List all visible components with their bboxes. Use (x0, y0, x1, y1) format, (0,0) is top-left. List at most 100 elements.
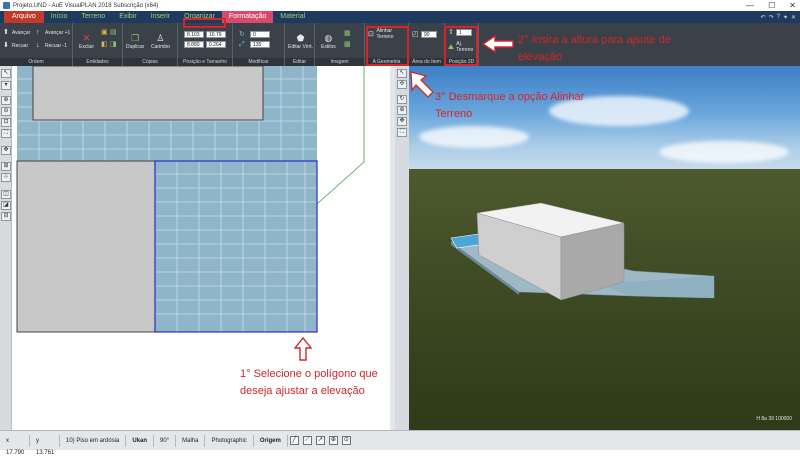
group-label-copias: Cópias (123, 58, 177, 66)
status-angle[interactable]: 90° (154, 434, 177, 447)
send-backward-button[interactable]: ⬇ Recuar (3, 42, 28, 49)
group-label-imagem: Imagem (315, 58, 364, 66)
layer-2-icon[interactable]: ◪ (1, 201, 11, 210)
stamp-icon: ♙ (156, 32, 165, 43)
group-icon: ▣ (101, 29, 108, 36)
menu-material[interactable]: Material (273, 11, 312, 23)
fit-3d-icon[interactable]: ⛶ (397, 128, 407, 137)
status-y: y 13.761 (30, 434, 60, 456)
walk-3d-icon[interactable]: ✣ (397, 80, 407, 89)
rotation-input[interactable]: 0 (250, 31, 270, 38)
stamp-button[interactable]: ♙ Carimbo (151, 32, 170, 51)
rotate-icon: ↻ (239, 31, 245, 38)
measure-icon[interactable]: ⊟ (1, 212, 11, 221)
snap-angle-icon[interactable]: ↗ (315, 436, 325, 445)
texture-icon: ▩ (344, 41, 351, 48)
draw-line-icon[interactable]: ╱ (289, 436, 299, 445)
position-x-input[interactable]: 8.103 (184, 31, 204, 38)
menu-bar: Arquivo Início Terreno Exibir Inserir Or… (0, 11, 800, 23)
selected-polygon[interactable] (155, 161, 317, 332)
position-y-input[interactable]: 8.880 (184, 41, 204, 48)
status-bar: x 17.790 y 13.761 10) Piso em ardósia Uk… (0, 430, 800, 456)
redo-icon[interactable]: ↷ (769, 14, 774, 21)
width-input[interactable]: 10.79 (206, 31, 226, 38)
duplicate-button[interactable]: ❐ Duplicar (126, 33, 144, 51)
menu-terreno[interactable]: Terreno (74, 11, 112, 23)
menu-inicio[interactable]: Início (44, 11, 75, 23)
quick-access-icons: ↶ ↷ ? ✦ ✕ (761, 11, 796, 23)
status-layer[interactable]: 10) Piso em ardósia (60, 434, 127, 447)
group-label-area: Área do Item (409, 58, 444, 66)
house-block-top (32, 66, 264, 121)
pan-icon[interactable]: ✥ (1, 146, 11, 155)
left-toolbar: ↖ ▾ ⊕ ⊖ ⊡ ⛶ ✥ ⊞ ⊹ ◫ ◪ ⊟ (0, 66, 12, 430)
arrow-left-icon (481, 34, 514, 54)
orbit-3d-icon[interactable]: ↻ (397, 95, 407, 104)
close-doc-icon[interactable]: ✕ (791, 14, 796, 21)
bring-forward-icon: ⬆ (3, 29, 9, 36)
annotation-step3: 3° Desmarque a opção Alinhar Terreno (435, 91, 585, 120)
terrain-boundary (316, 66, 365, 205)
annotation-step1: 1° Selecione o polígono que deseja ajust… (240, 368, 378, 397)
title-bar: Projeto.UND - AuE VisualPLAN 2018 Subscr… (0, 0, 800, 11)
annotation-step2: 2° Insira a altura para ajsute de elevaç… (518, 34, 671, 63)
group-imagem: ◍ Estilos ▦ ▩ Imagem (315, 23, 365, 66)
height-input[interactable]: 0.264 (206, 41, 226, 48)
options-icon[interactable]: ✦ (783, 14, 788, 21)
minimize-button[interactable]: — (746, 1, 754, 10)
image-tool-1[interactable]: ▦ (344, 30, 351, 37)
forward-one-button[interactable]: ↑ Avançar +1 (36, 29, 70, 36)
styles-button[interactable]: ◍ Estilos (321, 32, 336, 51)
select-3d-icon[interactable]: ↖ (397, 69, 407, 78)
edit-vertices-button[interactable]: ⬟ Editar Vért. (288, 33, 313, 51)
snap-point-icon[interactable]: ⊹ (1, 173, 11, 182)
maximize-button[interactable]: ☐ (768, 1, 775, 10)
pan-3d-icon[interactable]: ✥ (397, 117, 407, 126)
group-posicao: 8.103 10.79 8.880 0.264 Posição e Tamanh… (178, 23, 233, 66)
status-origin[interactable]: Origem (254, 434, 288, 447)
snap-grid-icon[interactable]: ⊞ (1, 162, 11, 171)
area-input[interactable]: 90 (421, 31, 437, 38)
styles-icon: ◍ (324, 32, 333, 43)
snap-center-icon[interactable]: ⊙ (341, 436, 351, 445)
layer-icon[interactable]: ◫ (1, 190, 11, 199)
zoom-in-icon[interactable]: ⊕ (1, 96, 11, 105)
group-area: ◰ 90 Área do Item (409, 23, 445, 66)
tool-dropdown-icon[interactable]: ▾ (1, 81, 11, 90)
draw-polyline-icon[interactable]: ⟋ (302, 436, 312, 445)
arrow-up-icon (293, 336, 313, 361)
entity-tool-1[interactable]: ▣ ▤ (101, 29, 117, 36)
menu-arquivo[interactable]: Arquivo (4, 11, 44, 23)
close-button[interactable]: ✕ (789, 1, 796, 10)
group-label-entidades: Entidades (73, 58, 122, 66)
backward-one-icon: ↓ (36, 42, 40, 49)
highlight-formatacao-tab (183, 18, 226, 28)
scale-input[interactable]: 135 (250, 41, 270, 48)
zoom-out-icon[interactable]: ⊖ (1, 107, 11, 116)
menu-inserir[interactable]: Inserir (144, 11, 177, 23)
menu-exibir[interactable]: Exibir (112, 11, 144, 23)
unlock-icon: ◨ (110, 41, 117, 48)
zoom-extents-icon[interactable]: ⛶ (1, 129, 11, 138)
view-readout: H 8a 39 100000 (756, 416, 792, 422)
group-label-poligono: Editar Polígono (285, 58, 314, 73)
image-tool-2[interactable]: ▩ (344, 41, 351, 48)
select-tool-icon[interactable]: ↖ (1, 69, 11, 78)
window-controls: — ☐ ✕ (746, 0, 796, 11)
status-mesh[interactable]: Malha (176, 434, 206, 447)
house-block-left (16, 160, 156, 333)
status-render[interactable]: Photographic (205, 434, 254, 447)
zoom-window-icon[interactable]: ⊡ (1, 118, 11, 127)
delete-button[interactable]: ✕ Excluir (79, 33, 94, 51)
bring-forward-button[interactable]: ⬆ Avançar (3, 29, 30, 36)
help-icon[interactable]: ? (777, 14, 780, 20)
zoom-3d-icon[interactable]: ⊕ (397, 106, 407, 115)
menu-formatacao[interactable]: Formatação (221, 11, 274, 23)
entity-tool-2[interactable]: ◧ ◨ (101, 41, 117, 48)
backward-one-button[interactable]: ↓ Recuar -1 (36, 42, 67, 49)
ungroup-icon: ▤ (110, 29, 117, 36)
highlight-align-terrain (366, 26, 409, 66)
status-snap[interactable]: Ukan (126, 434, 155, 447)
undo-icon[interactable]: ↶ (761, 14, 766, 21)
snap-object-icon[interactable]: ⊕ (328, 436, 338, 445)
